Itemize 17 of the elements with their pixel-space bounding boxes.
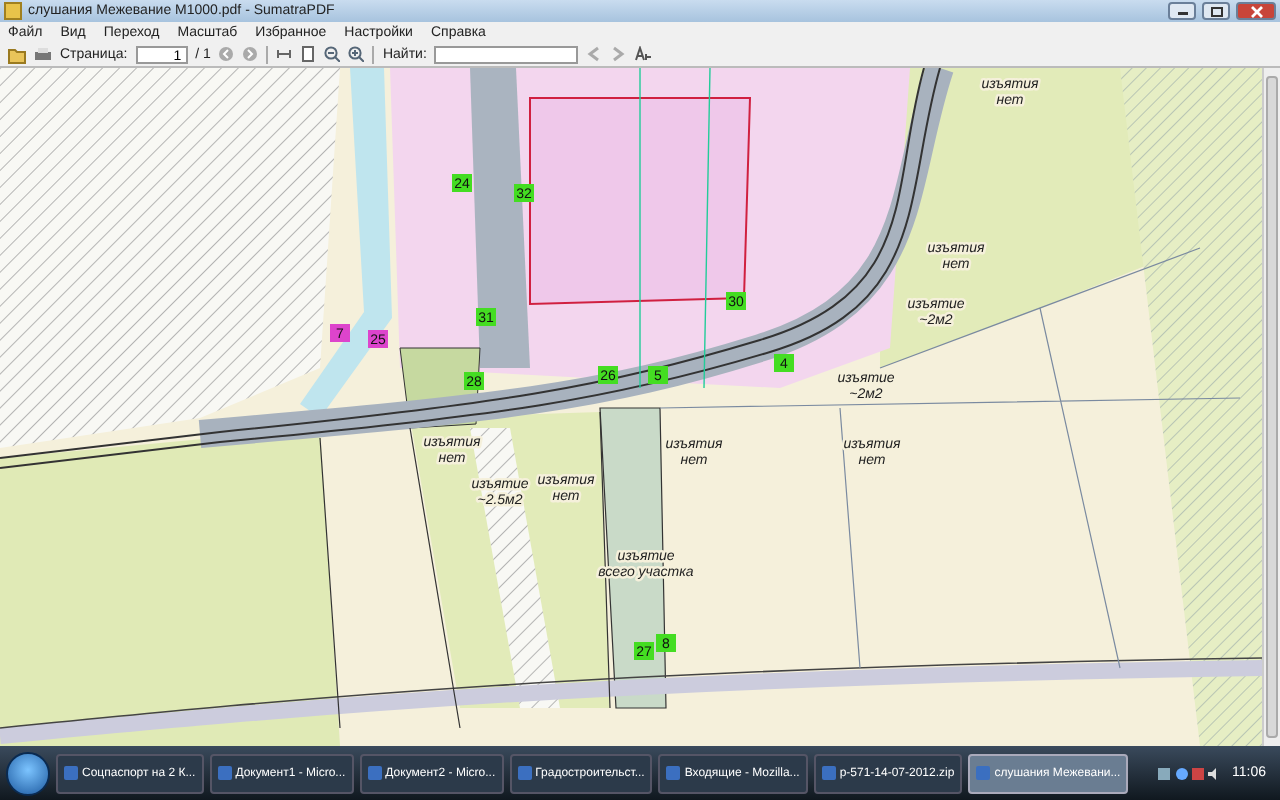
fit-page-icon[interactable]	[300, 46, 317, 62]
tray-icons[interactable]	[1158, 765, 1218, 781]
search-field[interactable]	[434, 45, 579, 63]
app-icon	[4, 2, 22, 20]
printer-icon[interactable]	[34, 45, 52, 63]
minimize-button[interactable]	[1168, 2, 1196, 20]
match-case-icon[interactable]	[634, 46, 653, 62]
maximize-button[interactable]	[1202, 2, 1230, 20]
zoom-out-icon[interactable]	[324, 46, 341, 62]
zoom-in-icon[interactable]	[348, 46, 365, 62]
minimize-icon	[1175, 6, 1189, 16]
close-icon	[1249, 5, 1263, 17]
maximize-icon	[1209, 5, 1223, 17]
start-button[interactable]	[6, 751, 50, 795]
fit-width-icon[interactable]	[276, 46, 293, 62]
vertical-scrollbar[interactable]	[1262, 68, 1280, 746]
close-button[interactable]	[1236, 2, 1276, 20]
